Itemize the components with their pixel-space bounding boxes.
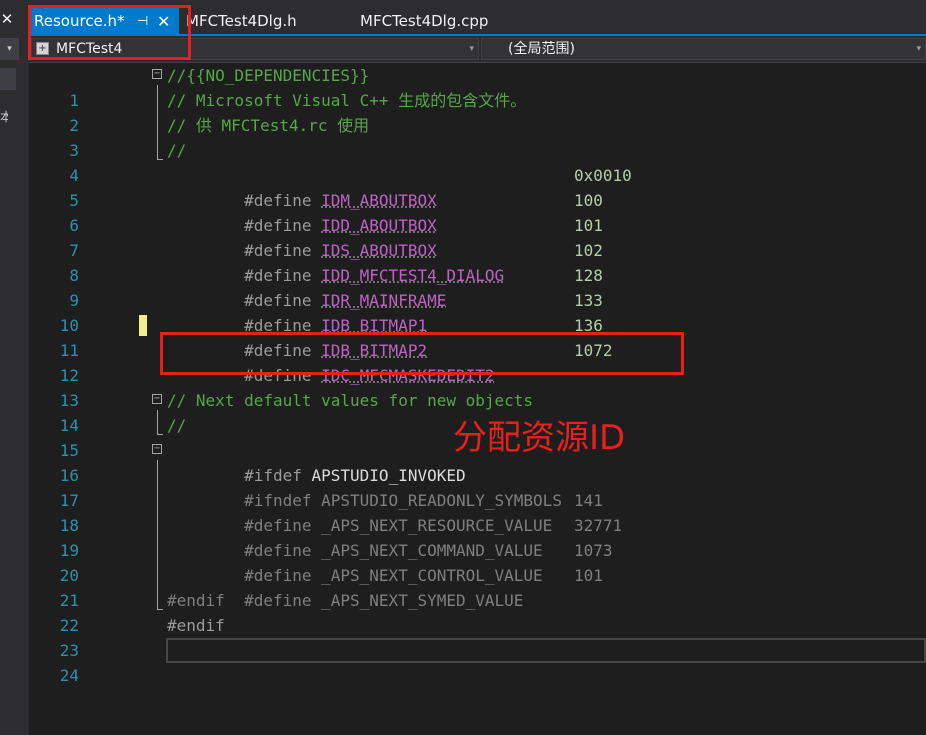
comment-text: //{{NO_DEPENDENCIES}} xyxy=(167,66,370,85)
tab-label: Resource.h* xyxy=(34,12,125,30)
line-number: 24 xyxy=(59,666,79,685)
macro-value: 1072 xyxy=(574,341,613,360)
code-line: 11 #define IDB_BITMAP2 136 xyxy=(29,313,926,360)
endif-keyword: #endif xyxy=(167,616,225,635)
comment-text: // Microsoft Visual C++ 生成的包含文件。 xyxy=(167,91,527,110)
macro-value: 101 xyxy=(574,566,603,585)
tab-label: MFCTest4Dlg.cpp xyxy=(360,12,489,30)
change-indicator xyxy=(139,315,147,336)
code-line: 18 #define _APS_NEXT_RESOURCE_VALUE 141 xyxy=(29,488,926,535)
current-line-highlight xyxy=(166,638,926,663)
macro-value: 101 xyxy=(574,216,603,235)
project-icon: + xyxy=(36,42,49,55)
code-line: 1 − //{{NO_DEPENDENCIES}} xyxy=(29,63,926,110)
macro-value: 128 xyxy=(574,266,603,285)
comment-text: // Next default values for new objects xyxy=(167,391,534,410)
chevron-down-icon[interactable]: ▾ xyxy=(469,39,474,59)
tab-mfctest4dlg-h[interactable]: MFCTest4Dlg.h xyxy=(186,8,297,35)
pin-icon[interactable]: ⊣ xyxy=(137,8,148,35)
macro-value: 141 xyxy=(574,491,603,510)
code-line: 19 #define _APS_NEXT_COMMAND_VALUE 32771 xyxy=(29,513,926,560)
close-icon[interactable]: ✕ xyxy=(0,10,14,28)
visual-studio-window: ✕ ▾ 本 Resource.h* ⊣ ✕ MFCTest4Dlg.h MFCT… xyxy=(0,0,926,735)
project-dropdown[interactable]: + MFCTest4 ▾ xyxy=(31,38,479,60)
code-line: 8 #define IDD_MFCTEST4_DIALOG 102 xyxy=(29,238,926,285)
comment-text: // xyxy=(167,141,187,160)
scope-dropdown[interactable]: (全局范围) ▾ xyxy=(481,38,926,60)
close-icon[interactable]: ✕ xyxy=(157,8,170,35)
code-line: 17 #ifndef APSTUDIO_READONLY_SYMBOLS xyxy=(29,463,926,510)
navigation-bar: + MFCTest4 ▾ (全局范围) ▾ xyxy=(29,36,926,63)
scope-label: (全局范围) xyxy=(508,41,575,57)
annotation-label: 分配资源ID xyxy=(453,418,626,458)
collapse-icon[interactable]: − xyxy=(152,394,162,404)
macro-value: 133 xyxy=(574,291,603,310)
macro-value: 32771 xyxy=(574,516,623,535)
tab-resource-h[interactable]: Resource.h* ⊣ ✕ xyxy=(29,8,179,35)
code-line: 4 // xyxy=(29,138,926,185)
code-line: 3 // 供 MFCTest4.rc 使用 xyxy=(29,113,926,160)
chevron-down-icon[interactable]: ▾ xyxy=(916,39,921,59)
code-editor[interactable]: 1 − //{{NO_DEPENDENCIES}} 2 // Microsoft… xyxy=(29,63,926,735)
project-label: MFCTest4 xyxy=(56,41,123,57)
macro-value: 0x0010 xyxy=(574,166,632,185)
code-line: 22 #endif xyxy=(29,588,926,635)
code-line: 5 #define IDM_ABOUTBOX 0x0010 xyxy=(29,163,926,210)
code-line: 10 #define IDB_BITMAP1 133 xyxy=(29,288,926,335)
tab-label: MFCTest4Dlg.h xyxy=(186,12,297,30)
chevron-down-icon[interactable]: ▾ xyxy=(0,38,19,60)
code-line: 14 − // Next default values for new obje… xyxy=(29,388,926,435)
code-line: 9 #define IDR_MAINFRAME 128 xyxy=(29,263,926,310)
tab-mfctest4dlg-cpp[interactable]: MFCTest4Dlg.cpp xyxy=(360,8,488,35)
collapse-icon[interactable]: − xyxy=(152,444,162,454)
code-line: 6 #define IDD_ABOUTBOX 100 xyxy=(29,188,926,235)
left-side-panel: ✕ ▾ 本 xyxy=(0,0,21,735)
truncated-label: 本 xyxy=(0,110,8,124)
macro-value: 136 xyxy=(574,316,603,335)
code-line: 2 // Microsoft Visual C++ 生成的包含文件。 xyxy=(29,88,926,135)
macro-value: 100 xyxy=(574,191,603,210)
comment-text: // 供 MFCTest4.rc 使用 xyxy=(167,116,370,135)
code-line: 13 xyxy=(29,363,926,410)
selected-item[interactable] xyxy=(0,68,16,90)
collapse-icon[interactable]: − xyxy=(152,69,162,79)
code-line: 12 #define IDC_MFCMASKEDEDIT2 1072 xyxy=(29,338,926,385)
endif-keyword: #endif xyxy=(167,591,225,610)
document-tab-bar: Resource.h* ⊣ ✕ MFCTest4Dlg.h MFCTest4Dl… xyxy=(29,0,926,36)
macro-value: 102 xyxy=(574,241,603,260)
code-line: 21 #define _APS_NEXT_SYMED_VALUE 101 xyxy=(29,563,926,610)
comment-text: // xyxy=(167,416,187,435)
code-line: 23 #endif xyxy=(29,613,926,660)
panel-splitter[interactable] xyxy=(20,0,29,735)
macro-value: 1073 xyxy=(574,541,613,560)
code-line: 20 #define _APS_NEXT_CONTROL_VALUE 1073 xyxy=(29,538,926,585)
code-line: 7 #define IDS_ABOUTBOX 101 xyxy=(29,213,926,260)
